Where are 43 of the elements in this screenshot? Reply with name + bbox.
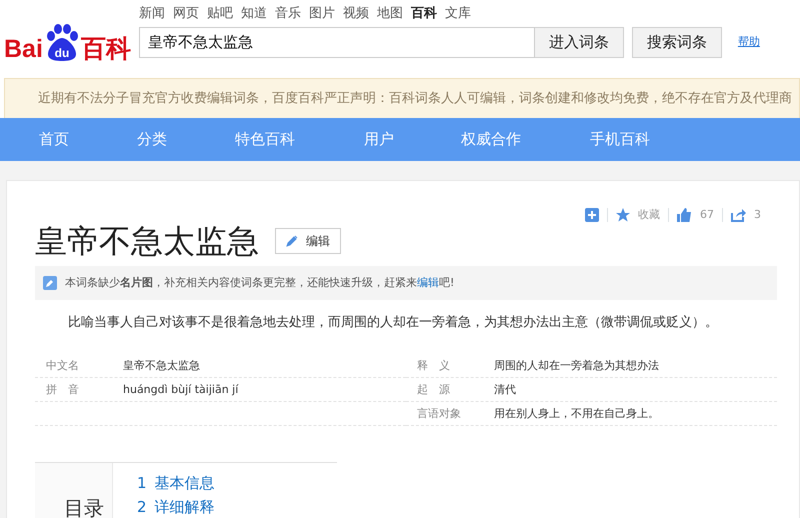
share-icon[interactable] <box>731 208 746 222</box>
thumbs-up-icon[interactable] <box>677 208 692 222</box>
logo-text[interactable]: Bai <box>4 37 43 62</box>
page-title: 皇帝不急太监急 <box>35 222 259 260</box>
edit-button[interactable]: 编辑 <box>275 228 341 254</box>
add-icon[interactable] <box>585 208 599 222</box>
toc-link[interactable]: 详细解释 <box>154 495 215 518</box>
edit-link[interactable]: 编辑 <box>417 276 439 289</box>
top-nav-link[interactable]: 文库 <box>444 4 471 27</box>
search-button[interactable]: 搜索词条 <box>632 27 722 58</box>
toc-number: 2 <box>137 497 147 518</box>
info-label: 起 源 <box>416 382 451 398</box>
summary-text: 比喻当事人自己对该事不是很着急地去处理，而周围的人却在一旁着急，为其想办法出主意（微带调侃或贬义）。 <box>67 314 719 332</box>
pencil-icon[interactable] <box>286 234 298 247</box>
top-nav-link[interactable]: 音乐 <box>274 4 301 27</box>
toc-number: 1 <box>137 473 147 494</box>
top-nav-link[interactable]: 网页 <box>172 4 199 27</box>
info-value: 皇帝不急太监急 <box>123 358 200 374</box>
top-nav-link[interactable]: 知道 <box>240 4 267 27</box>
tip-text: 本词条缺少名片图，补充相关内容使词条更完整，还能快速升级，赶紧来编辑吧! <box>65 274 454 291</box>
logo-text[interactable]: 百科 <box>80 37 131 62</box>
star-icon[interactable] <box>616 208 630 222</box>
help-link[interactable]: 帮助 <box>738 34 760 51</box>
info-value: 清代 <box>494 382 516 398</box>
enter-button[interactable]: 进入词条 <box>534 27 624 58</box>
notice-banner: 近期有不法分子冒充官方收费编辑词条，百度百科严正声明：百科词条人人可编辑，词条创建和修改均免费，绝不存在官方及代理商 <box>4 78 800 120</box>
info-label: 释 义 <box>416 358 451 374</box>
info-value: huángdì bùjí tàijiān jí <box>123 382 238 398</box>
toc-title: 目录 <box>64 495 104 518</box>
top-nav-link[interactable]: 图片 <box>308 4 335 27</box>
top-nav-link[interactable]: 新闻 <box>138 4 165 27</box>
info-label: 中文名 <box>45 358 80 374</box>
info-value: 周围的人却在一旁着急为其想办法 <box>494 358 659 374</box>
top-nav-link[interactable]: 视频 <box>342 4 369 27</box>
search-field[interactable]: 皇帝不急太监急 <box>138 27 535 58</box>
top-nav-link[interactable]: 百科 <box>410 4 437 27</box>
info-label: 言语对象 <box>416 406 462 422</box>
info-value: 用在别人身上，不用在自己身上。 <box>494 406 659 422</box>
toc-link[interactable]: 基本信息 <box>154 471 215 496</box>
top-nav-link[interactable]: 贴吧 <box>206 4 233 27</box>
pencil-icon[interactable] <box>43 276 57 290</box>
top-nav-link[interactable]: 地图 <box>376 4 403 27</box>
info-label: 拼 音 <box>45 382 80 398</box>
